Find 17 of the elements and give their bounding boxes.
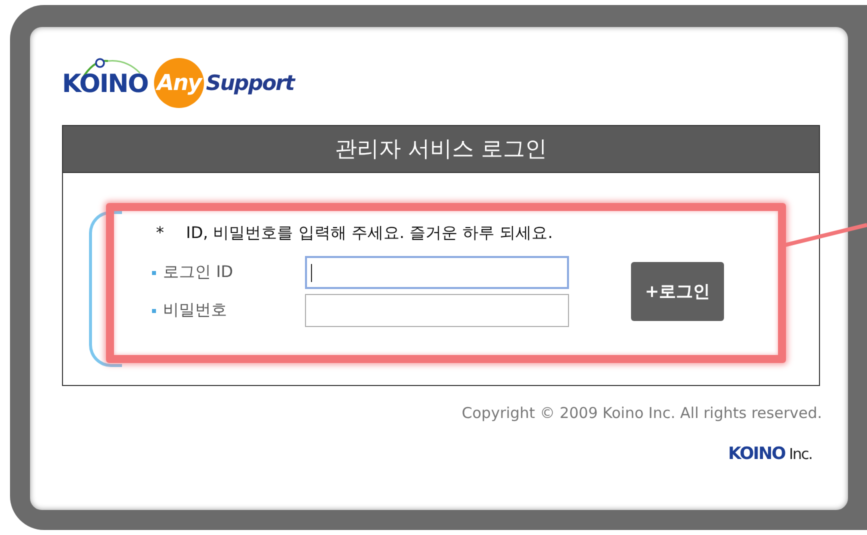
notice-text: ID, 비밀번호를 입력해 주세요. 즐거운 하루 되세요.	[186, 223, 553, 244]
brand-logo-text: KOINO	[62, 68, 148, 98]
input-field[interactable]	[305, 256, 569, 289]
bullet-icon	[152, 270, 156, 274]
input-field[interactable]	[305, 294, 569, 327]
field-label: 로그인 ID	[163, 262, 234, 283]
bullet-icon	[152, 308, 156, 312]
footer-brand-text: KOINO	[728, 444, 786, 464]
copyright-text: Copyright © 2009 Koino Inc. All rights reserved.	[462, 404, 822, 422]
product-name: Support	[206, 71, 294, 95]
logo-badge: Any	[154, 58, 204, 108]
field-label: 비밀번호	[163, 300, 228, 321]
text-cursor	[311, 264, 312, 282]
company-suffix: Inc.	[789, 445, 812, 463]
notice-mark: *	[156, 223, 164, 244]
panel-title: 관리자 서비스 로그인	[335, 136, 547, 164]
login-button[interactable]: +로그인	[631, 262, 724, 321]
